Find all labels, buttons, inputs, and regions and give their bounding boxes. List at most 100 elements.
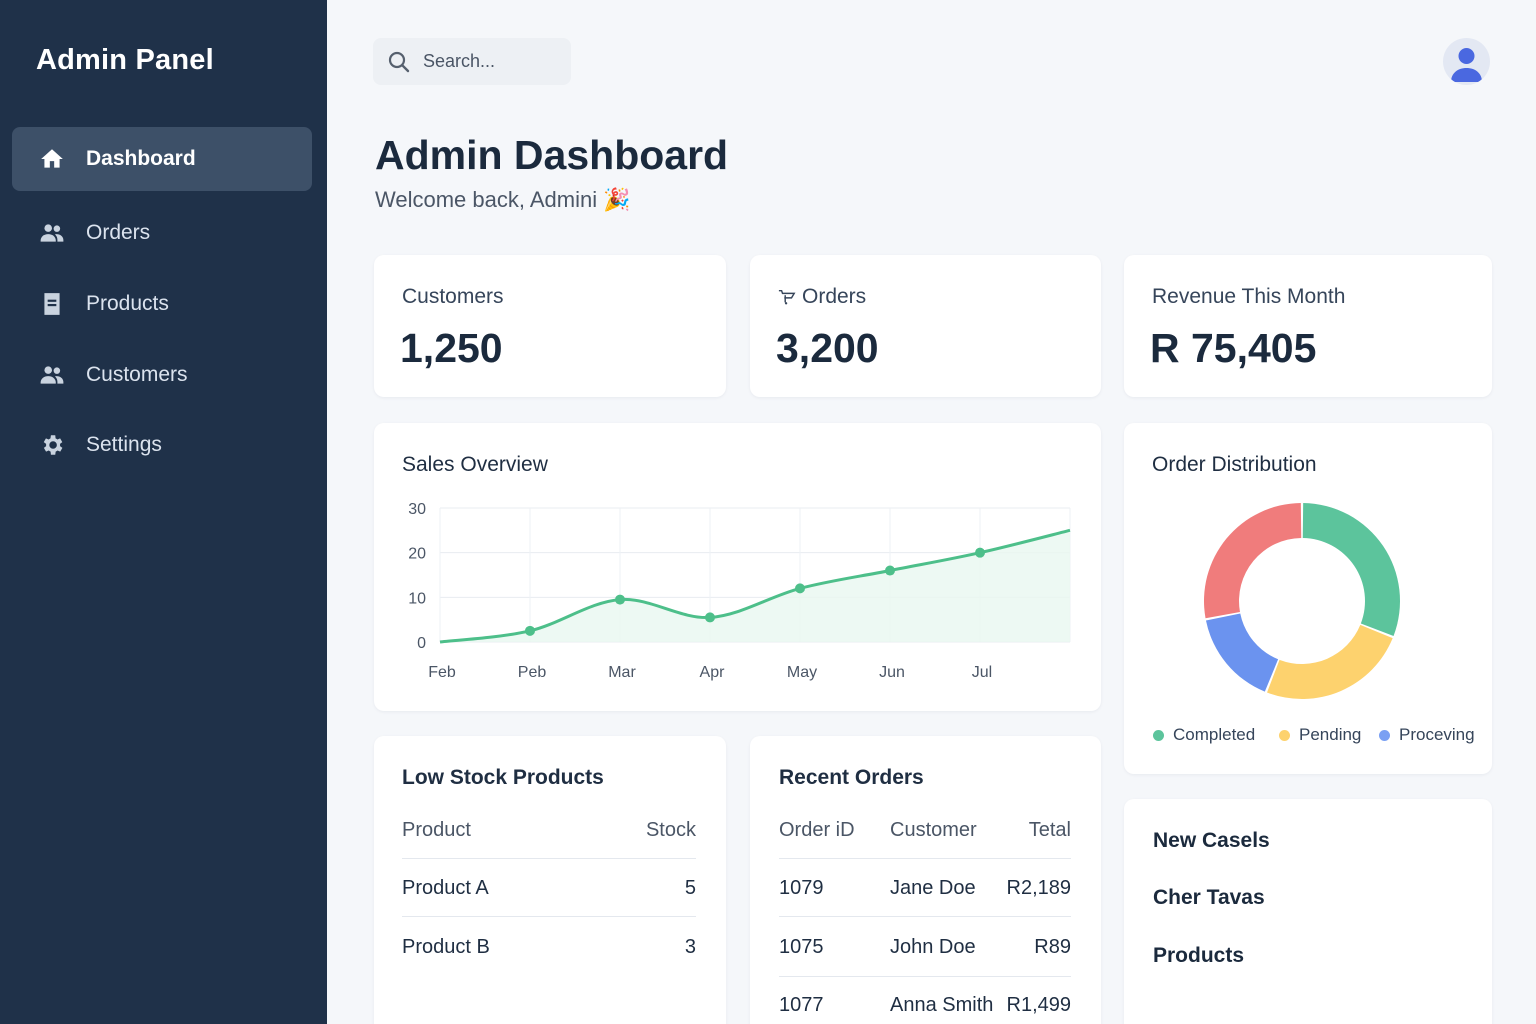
list-item[interactable]: New Casels	[1153, 829, 1270, 853]
table-row[interactable]: Product B 3	[402, 936, 696, 959]
table-header: Order iD Customer Tetal	[779, 819, 1071, 842]
divider	[402, 858, 696, 859]
table-header: Product Stock	[402, 819, 696, 842]
legend-processing: Proceving	[1379, 725, 1475, 745]
stat-value: 3,200	[776, 325, 879, 371]
user-icon	[1451, 48, 1482, 82]
brand-title: Admin Panel	[36, 44, 214, 76]
divider	[779, 976, 1071, 977]
legend-dot	[1153, 729, 1164, 741]
sidebar-item-label: Orders	[86, 221, 151, 244]
divider	[402, 916, 696, 917]
y-tick-label: 10	[408, 590, 426, 607]
donut-slice[interactable]	[1267, 624, 1393, 699]
column-header: Tetal	[1028, 819, 1071, 841]
stat-value: R 75,405	[1150, 325, 1317, 371]
search-input[interactable]	[423, 51, 553, 72]
legend-label: Proceving	[1399, 725, 1475, 744]
customer-cell: Jane Doe	[890, 877, 976, 899]
order-id-cell: 1077	[779, 994, 824, 1016]
divider	[779, 916, 1071, 917]
donut-slice[interactable]	[1302, 503, 1400, 636]
data-point[interactable]	[705, 612, 715, 623]
data-point[interactable]	[525, 625, 535, 636]
column-header: Stock	[645, 819, 696, 841]
avatar[interactable]	[1443, 38, 1490, 85]
data-point[interactable]	[615, 594, 625, 605]
legend-label: Completed	[1173, 725, 1256, 744]
new-cases-card: New Casels Cher Tavas Products	[1124, 799, 1492, 1024]
stock-cell: 3	[684, 936, 696, 958]
stat-card-revenue: Revenue This Month R 75,405	[1124, 255, 1492, 397]
table-row[interactable]: 1077 Anna Smith R1,499	[779, 994, 1071, 1017]
divider	[779, 858, 1071, 859]
sidebar-item-customers[interactable]: Customers	[12, 343, 312, 407]
total-cell: R89	[1034, 936, 1071, 958]
home-icon	[38, 145, 66, 173]
data-point[interactable]	[975, 547, 985, 558]
stat-card-customers: Customers 1,250	[374, 255, 726, 397]
y-tick-label: 30	[408, 501, 426, 518]
sales-line-chart: 0 10 20 30 Feb Peb Mar Apr May Jun Jul	[408, 501, 1071, 681]
sales-overview-card: Sales Overview 0 10 20 30 Feb Peb Mar Apr May Jun…	[374, 423, 1101, 711]
stat-value: 1,250	[400, 325, 503, 371]
sidebar-item-label: Settings	[86, 433, 162, 456]
sidebar: Admin Panel Dashboard Orders Products Cu…	[0, 0, 327, 1024]
x-tick-label: Jul	[972, 664, 992, 681]
recent-orders-card: Recent Orders Order iD Customer Tetal 10…	[750, 736, 1101, 1024]
customer-cell: John Doe	[890, 936, 976, 958]
sales-area-fill	[440, 530, 1070, 642]
list-item[interactable]: Products	[1153, 944, 1244, 968]
sidebar-item-settings[interactable]: Settings	[12, 413, 312, 477]
stat-label: Orders	[802, 285, 867, 308]
y-tick-label: 0	[417, 635, 426, 652]
order-id-cell: 1079	[779, 877, 824, 899]
stat-card-orders: Orders 3,200	[750, 255, 1101, 397]
users-icon	[38, 361, 66, 389]
stock-cell: 5	[684, 877, 696, 899]
x-tick-label: May	[787, 664, 817, 681]
product-cell: Product B	[402, 936, 490, 958]
cart-icon	[778, 289, 796, 305]
document-icon	[38, 290, 66, 318]
x-tick-label: Apr	[700, 664, 726, 681]
legend-completed: Completed	[1153, 725, 1255, 745]
list-item[interactable]: Cher Tavas	[1153, 886, 1265, 910]
total-cell: R2,189	[1006, 877, 1072, 899]
low-stock-card: Low Stock Products Product Stock Product…	[374, 736, 726, 1024]
users-icon	[38, 219, 66, 247]
column-header: Order iD	[779, 819, 855, 841]
legend-dot	[1279, 729, 1290, 741]
column-header: Customer	[890, 819, 977, 841]
donut-slice[interactable]	[1205, 613, 1279, 692]
stat-label: Customers	[402, 285, 504, 308]
sidebar-item-label: Customers	[86, 363, 188, 386]
donut-slice[interactable]	[1204, 503, 1302, 619]
stat-label: Revenue This Month	[1152, 285, 1346, 308]
search-box[interactable]	[373, 38, 571, 85]
sidebar-item-label: Products	[86, 292, 169, 315]
order-distribution-card: Order Distribution Completed Pending Pro…	[1124, 423, 1492, 774]
x-tick-label: Mar	[608, 664, 636, 681]
x-tick-label: Jun	[879, 664, 905, 681]
card-title: Low Stock Products	[402, 766, 604, 789]
welcome-message: Welcome back, Admini 🎉	[375, 187, 631, 212]
table-row[interactable]: 1075 John Doe R89	[779, 936, 1071, 959]
sidebar-item-orders[interactable]: Orders	[12, 201, 312, 265]
legend-dot	[1379, 729, 1390, 741]
legend-pending: Pending	[1279, 725, 1361, 745]
search-icon	[388, 51, 410, 72]
data-point[interactable]	[795, 583, 805, 594]
table-row[interactable]: 1079 Jane Doe R2,189	[779, 877, 1071, 900]
gear-icon	[38, 431, 66, 459]
product-cell: Product A	[402, 877, 489, 899]
sidebar-item-dashboard[interactable]: Dashboard	[12, 127, 312, 191]
table-row[interactable]: Product A 5	[402, 877, 696, 900]
legend-label: Pending	[1299, 725, 1362, 744]
stat-label-row: Orders	[778, 285, 866, 309]
total-cell: R1,499	[1006, 994, 1072, 1016]
data-point[interactable]	[885, 565, 895, 576]
customer-cell: Anna Smith	[890, 994, 994, 1016]
card-title: Recent Orders	[779, 766, 924, 789]
sidebar-item-products[interactable]: Products	[12, 272, 312, 336]
